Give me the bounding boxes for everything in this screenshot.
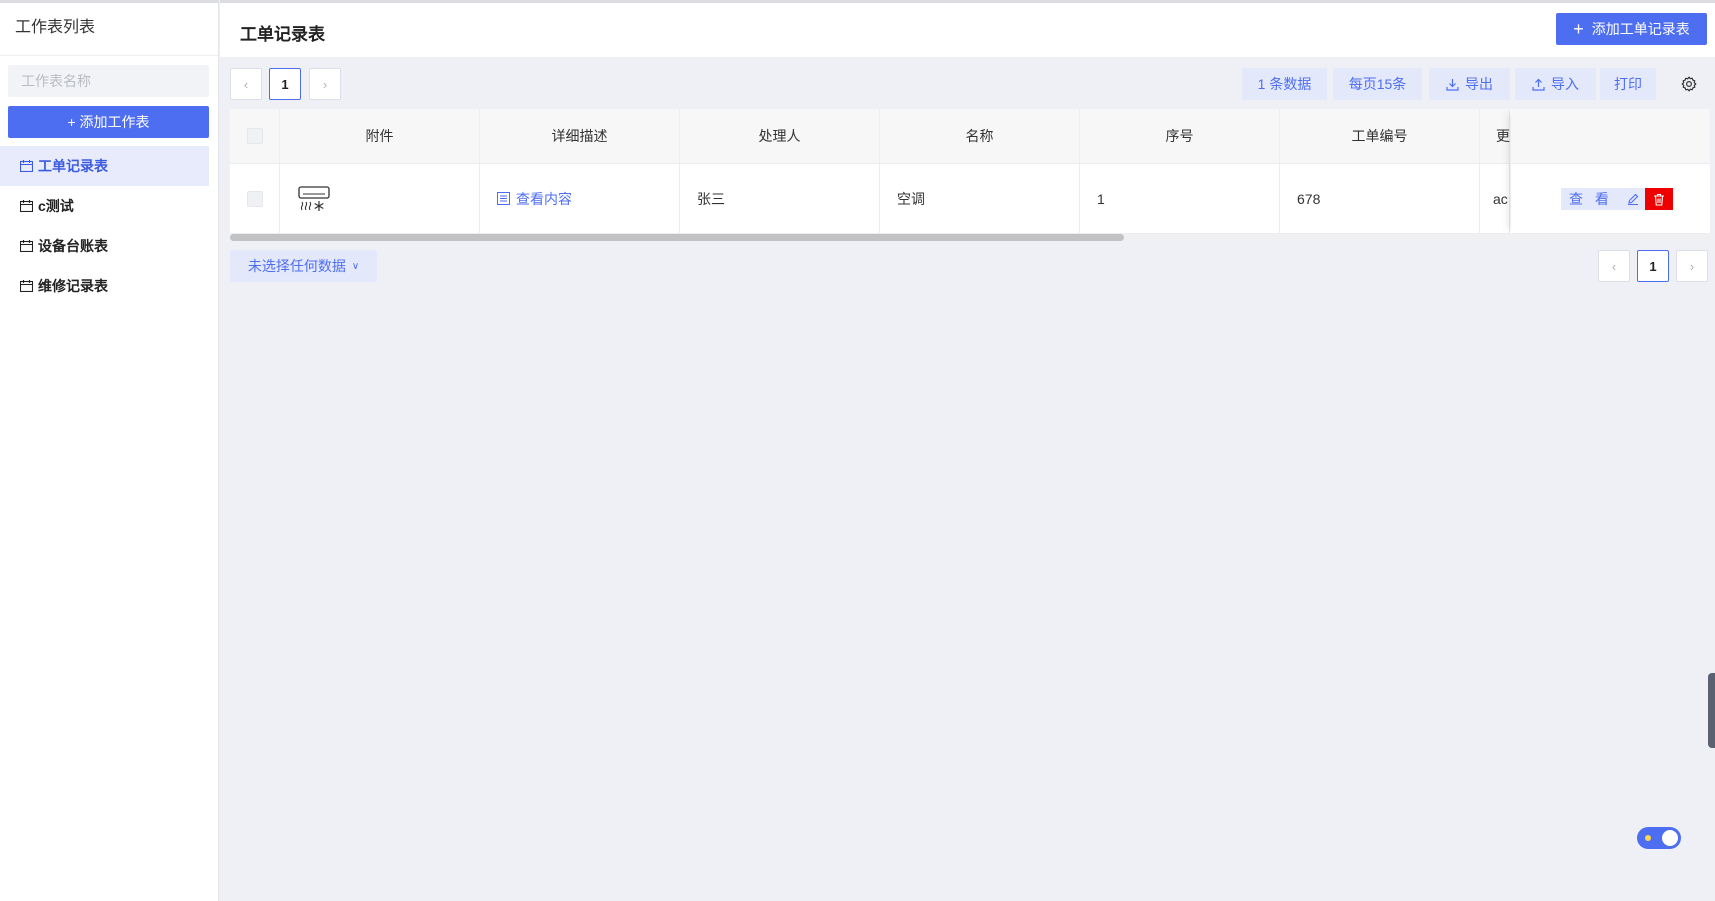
column-header[interactable]: 详细描述: [480, 109, 680, 163]
action-cell: 查 看: [1511, 164, 1710, 234]
name-cell: 空调: [880, 164, 1080, 234]
gear-icon[interactable]: [1680, 75, 1698, 93]
view-content-link[interactable]: 查看内容: [497, 189, 572, 209]
import-label: 导入: [1551, 76, 1579, 92]
row-checkbox[interactable]: [246, 190, 263, 207]
handler-cell: 张三: [680, 164, 880, 234]
export-button[interactable]: 导出: [1429, 68, 1510, 100]
prev-page-button[interactable]: ‹: [230, 68, 262, 100]
selection-status-label: 未选择任何数据: [247, 258, 346, 274]
import-button[interactable]: 导入: [1515, 68, 1596, 100]
column-header[interactable]: 工单编号: [1280, 109, 1480, 163]
air-conditioner-icon[interactable]: [297, 184, 331, 214]
column-header[interactable]: 处理人: [680, 109, 880, 163]
sidebar-item-label: 工单记录表: [38, 158, 108, 174]
page-size-button[interactable]: 每页15条: [1333, 68, 1422, 100]
action-column-header: [1511, 109, 1710, 164]
worksheet-list: 工单记录表 c测试 设备台账表 维修记录表: [0, 146, 218, 306]
sidebar-item-c-test[interactable]: c测试: [0, 186, 209, 226]
side-panel-handle[interactable]: [1708, 673, 1715, 748]
table-row[interactable]: 查看内容 张三 空调 1 678 ac: [230, 164, 1510, 234]
view-button[interactable]: 查 看: [1561, 188, 1621, 210]
chevron-left-icon: ‹: [243, 76, 249, 92]
edit-button[interactable]: [1620, 188, 1645, 210]
chevron-left-icon: ‹: [1611, 258, 1617, 274]
truncated-cell: ac: [1480, 164, 1510, 234]
fixed-action-column: 查 看: [1511, 109, 1710, 234]
calendar-icon: [20, 160, 33, 172]
view-content-label: 查看内容: [516, 190, 572, 207]
footer-prev-page-button[interactable]: ‹: [1598, 250, 1630, 282]
row-actions: 查 看: [1561, 188, 1673, 210]
description-cell: 查看内容: [480, 164, 680, 234]
sidebar-item-label: c测试: [38, 198, 74, 214]
horizontal-scrollbar[interactable]: [230, 234, 1710, 241]
worksheet-search-input[interactable]: [8, 65, 209, 97]
upload-icon: [1532, 78, 1545, 91]
delete-button[interactable]: [1644, 188, 1673, 210]
print-button[interactable]: 打印: [1600, 68, 1656, 100]
column-header[interactable]: 更: [1480, 109, 1510, 163]
sun-icon: [1645, 835, 1651, 841]
chevron-down-icon: ∨: [351, 260, 360, 272]
column-header[interactable]: 序号: [1080, 109, 1280, 163]
next-page-button[interactable]: ›: [309, 68, 341, 100]
chevron-right-icon: ›: [1689, 258, 1695, 274]
page-header: 工单记录表 + 添加工单记录表: [220, 0, 1715, 57]
row-select-cell: [230, 164, 280, 234]
document-icon: [497, 192, 510, 205]
selection-status-dropdown[interactable]: 未选择任何数据 ∨: [230, 250, 377, 282]
toggle-knob: [1662, 830, 1678, 846]
page-number-button[interactable]: 1: [269, 68, 301, 100]
footer-page-number-button[interactable]: 1: [1637, 250, 1669, 282]
attachment-cell: [280, 164, 480, 234]
calendar-icon: [20, 240, 33, 252]
select-all-cell: [230, 109, 280, 163]
plus-icon: +: [1573, 19, 1584, 39]
add-record-button[interactable]: + 添加工单记录表: [1556, 13, 1707, 45]
page-title: 工单记录表: [240, 25, 325, 44]
sidebar-item-work-order[interactable]: 工单记录表: [0, 146, 209, 186]
theme-toggle[interactable]: [1637, 827, 1681, 849]
column-header[interactable]: 附件: [280, 109, 480, 163]
add-record-label: 添加工单记录表: [1591, 21, 1690, 37]
add-worksheet-button[interactable]: + 添加工作表: [8, 106, 209, 138]
column-header[interactable]: 名称: [880, 109, 1080, 163]
table-header: 附件 详细描述 处理人 名称 序号 工单编号 更: [230, 109, 1510, 164]
footer-next-page-button[interactable]: ›: [1676, 250, 1708, 282]
scrollbar-thumb[interactable]: [230, 234, 1124, 241]
seq-cell: 1: [1080, 164, 1280, 234]
download-icon: [1446, 78, 1459, 91]
trash-icon: [1653, 193, 1664, 206]
sidebar: 工作表列表 + 添加工作表 工单记录表 c测试 设备台账表 维修记录表: [0, 0, 219, 901]
record-count-button[interactable]: 1 条数据: [1242, 68, 1327, 100]
calendar-icon: [20, 280, 33, 292]
sidebar-item-repair-records[interactable]: 维修记录表: [0, 266, 209, 306]
data-table: 附件 详细描述 处理人 名称 序号 工单编号 更 查看内容 张三 空调 1 67…: [230, 109, 1710, 241]
chevron-right-icon: ›: [322, 76, 328, 92]
sidebar-title: 工作表列表: [0, 3, 218, 56]
calendar-icon: [20, 200, 33, 212]
sidebar-item-label: 维修记录表: [38, 278, 108, 294]
order-no-cell: 678: [1280, 164, 1480, 234]
export-label: 导出: [1465, 76, 1493, 92]
pencil-icon: [1627, 193, 1639, 205]
sidebar-item-label: 设备台账表: [38, 238, 108, 254]
select-all-checkbox[interactable]: [246, 128, 263, 144]
sidebar-item-equipment-ledger[interactable]: 设备台账表: [0, 226, 209, 266]
